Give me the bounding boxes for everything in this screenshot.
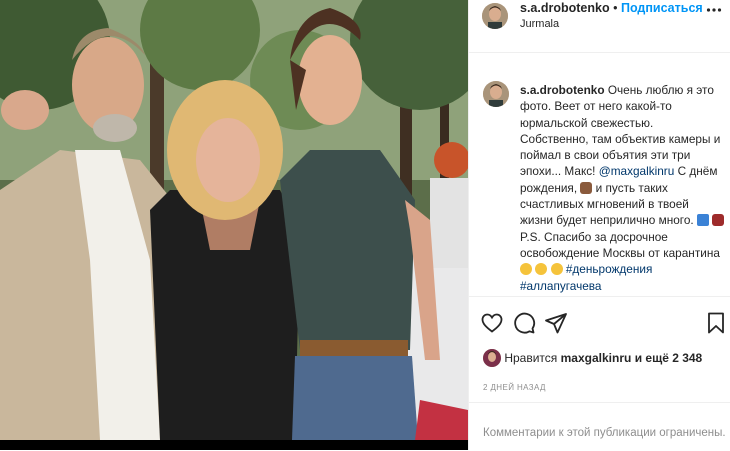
action-bar: [469, 296, 730, 341]
caption-area: s.a.drobotenko Очень люблю я это фото. В…: [469, 52, 730, 296]
grinning-face-emoji-icon: [550, 263, 563, 276]
comment-icon[interactable]: [512, 311, 536, 335]
more-horizontal-icon[interactable]: [706, 6, 722, 14]
post-photo[interactable]: [0, 0, 468, 440]
cake-emoji-icon: [580, 181, 593, 194]
share-icon[interactable]: [544, 311, 568, 335]
gift-heart-emoji-icon: [712, 214, 725, 227]
liker-avatar[interactable]: [483, 349, 501, 367]
likes-prefix: Нравится: [504, 351, 558, 365]
grinning-face-emoji-icon: [535, 263, 548, 276]
caption-mention-link[interactable]: @maxgalkinru: [599, 164, 675, 178]
follow-button[interactable]: Подписаться: [621, 1, 703, 15]
comments-area: Комментарии к этой публикации ограничены…: [469, 402, 730, 451]
caption-username[interactable]: s.a.drobotenko: [520, 83, 605, 97]
likes-line: Нравится maxgalkinru и ещё 2 348: [483, 349, 702, 371]
post-header: s.a.drobotenko • Подписаться Jurmala: [469, 0, 730, 53]
post-photo-image: [0, 0, 468, 440]
caption-text: s.a.drobotenko Очень люблю я это фото. В…: [520, 82, 725, 294]
grinning-face-emoji-icon: [520, 263, 532, 276]
post-location[interactable]: Jurmala: [520, 18, 559, 30]
likes-count[interactable]: и ещё 2 348: [635, 351, 703, 365]
heart-icon[interactable]: [480, 311, 504, 335]
free-button-emoji-icon: [696, 214, 709, 227]
post-timestamp[interactable]: 2 ДНЕЙ НАЗАД: [483, 383, 546, 392]
comments-restricted-notice: Комментарии к этой публикации ограничены…: [483, 427, 726, 439]
photo-bottom-edge: [0, 440, 468, 450]
post-sidebar: s.a.drobotenko • Подписаться Jurmala s.a…: [468, 0, 730, 450]
likes-user[interactable]: maxgalkinru: [561, 351, 632, 365]
author-username[interactable]: s.a.drobotenko: [520, 1, 610, 15]
bookmark-icon[interactable]: [704, 311, 728, 335]
separator-dot: •: [613, 1, 618, 15]
caption-author-avatar[interactable]: [483, 81, 509, 107]
author-line: s.a.drobotenko • Подписаться: [520, 1, 703, 15]
caption-body-4: P.S. Спасибо за досрочное освобождение М…: [520, 229, 720, 260]
author-avatar[interactable]: [482, 3, 508, 29]
